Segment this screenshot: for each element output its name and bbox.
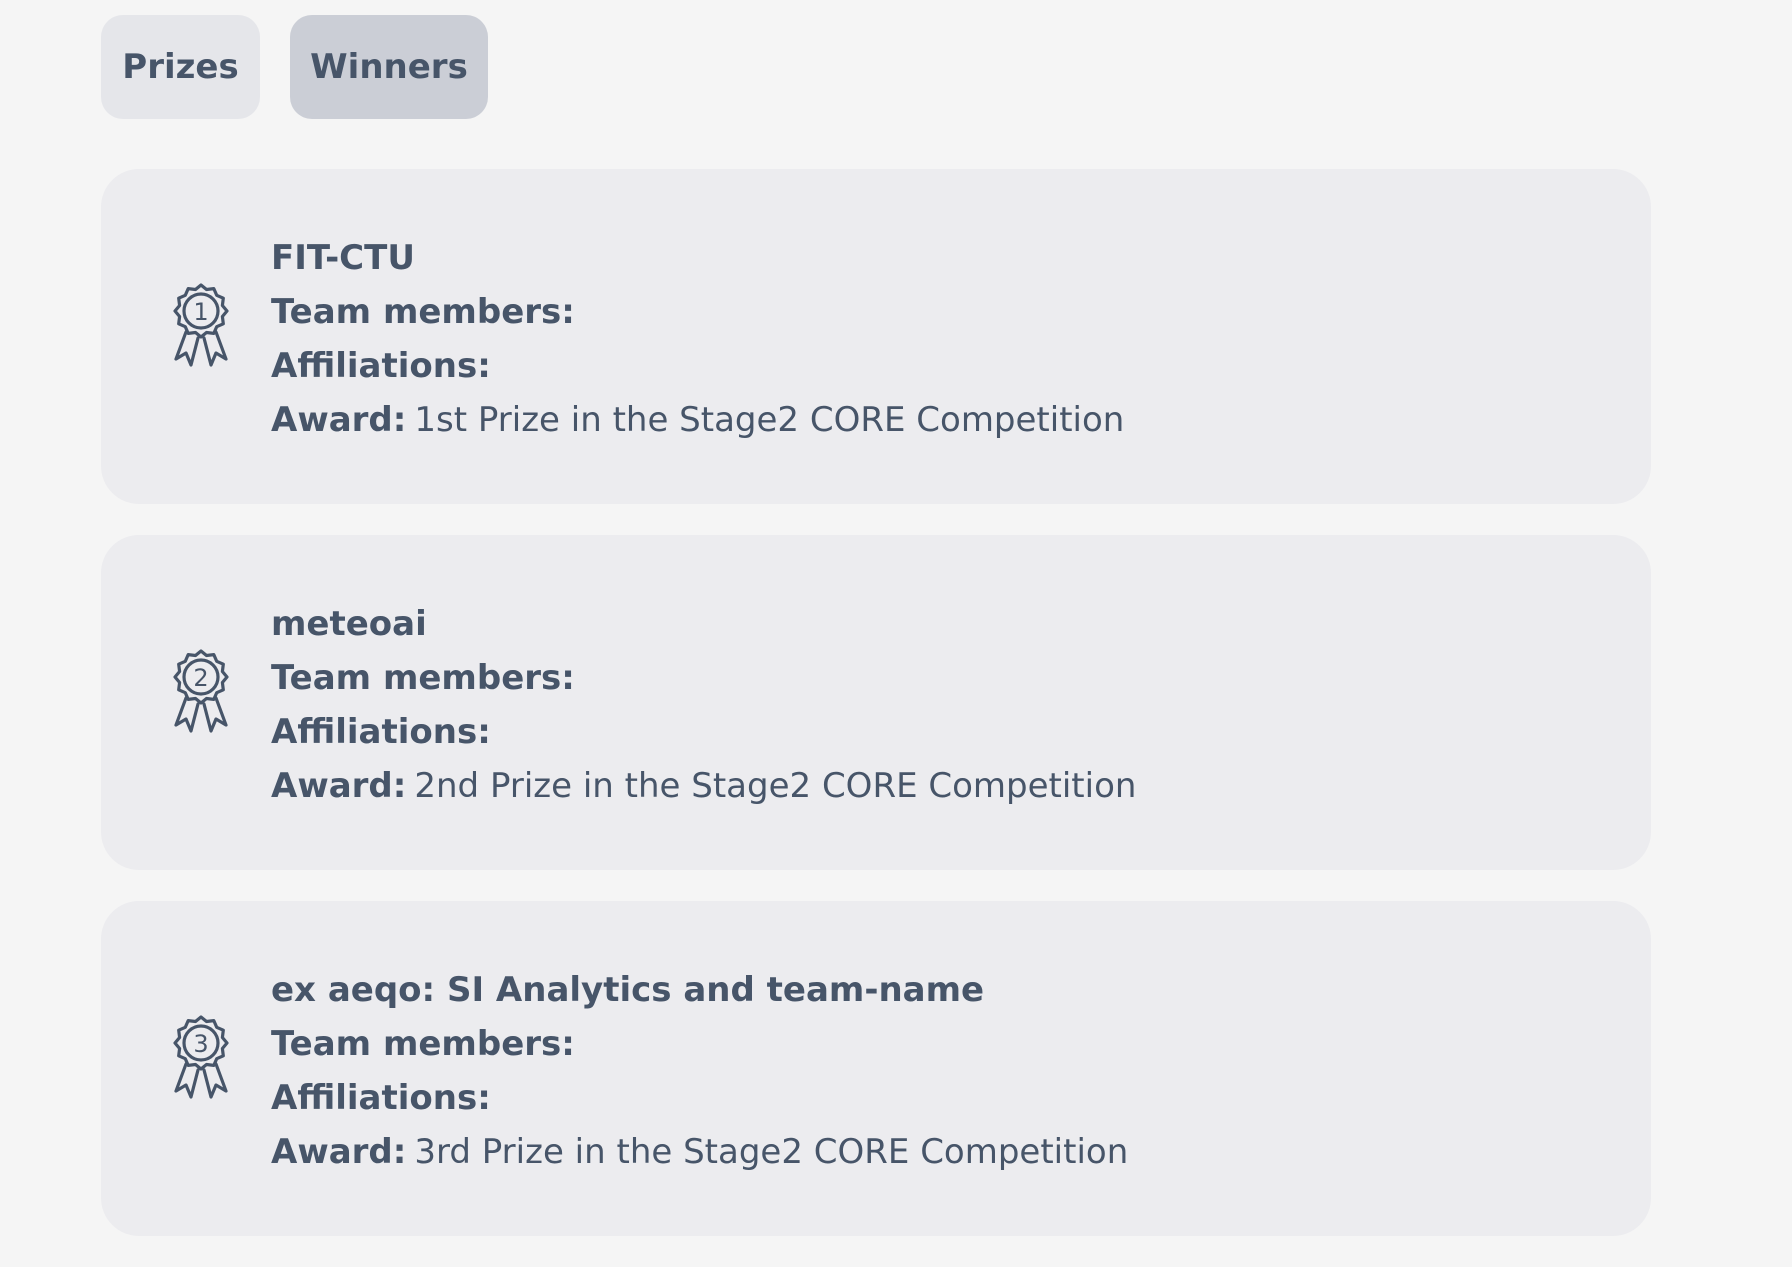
affiliations-row: Affiliations: [271,339,1611,393]
tab-prizes[interactable]: Prizes [101,15,260,119]
medal-second-place-icon: 2 [160,649,242,757]
winner-info: ex aeqo: SI Analytics and team-name Team… [271,963,1611,1179]
affiliations-label: Affiliations: [271,712,491,752]
award-label: Award: [271,1132,407,1172]
award-label: Award: [271,400,407,440]
affiliations-label: Affiliations: [271,1078,491,1118]
award-row: Award: 2nd Prize in the Stage2 CORE Compe… [271,759,1611,813]
winner-info: meteoai Team members: Affiliations: Awar… [271,597,1611,813]
team-members-label: Team members: [271,1024,575,1064]
winners-list: 1 FIT-CTU Team members: Affiliations: Aw… [101,169,1651,1267]
team-name: ex aeqo: SI Analytics and team-name [271,970,985,1010]
team-name: meteoai [271,604,427,644]
award-value: 2nd Prize in the Stage2 CORE Competition [414,766,1137,806]
svg-text:3: 3 [193,1030,208,1058]
award-row: Award: 1st Prize in the Stage2 CORE Compe… [271,393,1611,447]
award-label: Award: [271,766,407,806]
winner-card-3: 3 ex aeqo: SI Analytics and team-name Te… [101,901,1651,1236]
award-row: Award: 3rd Prize in the Stage2 CORE Compe… [271,1125,1611,1179]
team-members-row: Team members: [271,285,1611,339]
svg-text:2: 2 [193,664,208,692]
winner-info: FIT-CTU Team members: Affiliations: Awar… [271,231,1611,447]
tab-winners[interactable]: Winners [290,15,488,119]
medal-first-place-icon: 1 [160,283,242,391]
team-members-label: Team members: [271,292,575,332]
winner-card-2: 2 meteoai Team members: Affiliations: Aw… [101,535,1651,870]
team-name: FIT-CTU [271,238,415,278]
medal-third-place-icon: 3 [160,1015,242,1123]
team-members-label: Team members: [271,658,575,698]
award-value: 1st Prize in the Stage2 CORE Competition [414,400,1125,440]
award-value: 3rd Prize in the Stage2 CORE Competition [414,1132,1129,1172]
team-members-row: Team members: [271,651,1611,705]
affiliations-label: Affiliations: [271,346,491,386]
affiliations-row: Affiliations: [271,705,1611,759]
affiliations-row: Affiliations: [271,1071,1611,1125]
team-members-row: Team members: [271,1017,1611,1071]
award-tabs: Prizes Winners [101,15,488,119]
winner-card-1: 1 FIT-CTU Team members: Affiliations: Aw… [101,169,1651,504]
svg-text:1: 1 [193,298,208,326]
